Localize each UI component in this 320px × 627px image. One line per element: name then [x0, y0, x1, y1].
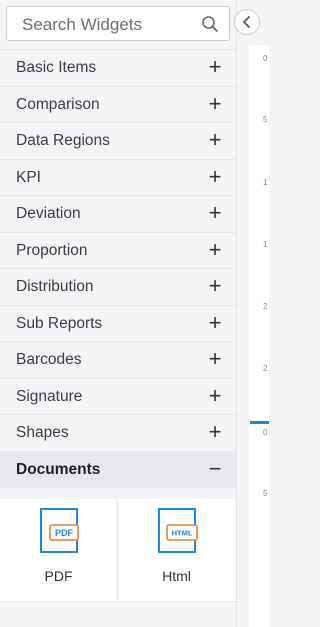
category-label: Distribution	[16, 278, 94, 295]
category-signature[interactable]: Signature +	[0, 378, 236, 415]
expand-icon[interactable]: +	[205, 238, 225, 261]
expand-icon[interactable]: +	[205, 384, 225, 407]
expand-icon[interactable]: +	[205, 202, 225, 224]
ruler-tick: 0	[263, 54, 268, 63]
category-label: Shapes	[16, 424, 69, 441]
ruler-tick: 0	[263, 428, 268, 437]
widget-pdf[interactable]: PDF PDF	[0, 499, 117, 601]
search-input[interactable]: Search Widgets	[6, 6, 230, 41]
category-label: Signature	[16, 387, 83, 405]
category-sub-reports[interactable]: Sub Reports +	[0, 305, 236, 342]
category-data-regions[interactable]: Data Regions +	[0, 123, 236, 160]
category-label: Barcodes	[16, 351, 82, 368]
ruler-tick: 1	[263, 240, 268, 249]
widget-caption: Html	[162, 568, 191, 584]
category-deviation[interactable]: Deviation +	[0, 196, 236, 233]
category-basic-items[interactable]: Basic Items +	[0, 50, 236, 87]
category-documents[interactable]: Documents −	[0, 451, 236, 488]
widget-html[interactable]: HTML Html	[118, 499, 235, 601]
ruler-tick: 1	[263, 178, 268, 187]
expand-icon[interactable]: +	[205, 421, 225, 443]
ruler-tick: 2	[263, 302, 268, 311]
search-placeholder: Search Widgets	[22, 15, 142, 34]
category-barcodes[interactable]: Barcodes +	[0, 342, 236, 379]
category-label: Sub Reports	[16, 314, 103, 332]
category-distribution[interactable]: Distribution +	[0, 269, 236, 306]
collapse-panel-button[interactable]	[234, 9, 260, 35]
report-canvas[interactable]	[249, 45, 269, 627]
category-comparison[interactable]: Comparison +	[0, 86, 236, 123]
expand-icon[interactable]: +	[205, 165, 225, 188]
search-box: Search Widgets	[6, 6, 230, 41]
search-icon[interactable]	[201, 15, 219, 33]
category-label: Documents	[16, 460, 101, 478]
ruler-tick: 5	[263, 489, 268, 498]
category-list: Basic Items + Comparison + Data Regions + K…	[0, 50, 236, 488]
html-badge-text: HTML	[172, 529, 193, 538]
expand-icon[interactable]: +	[205, 275, 225, 297]
collapse-icon[interactable]: −	[205, 457, 225, 480]
category-proportion[interactable]: Proportion +	[0, 232, 236, 269]
widget-caption: PDF	[44, 568, 73, 584]
category-label: Data Regions	[16, 132, 110, 149]
pdf-badge-text: PDF	[55, 528, 74, 538]
category-shapes[interactable]: Shapes +	[0, 415, 236, 452]
expand-icon[interactable]: +	[205, 56, 225, 78]
category-label: KPI	[16, 168, 41, 186]
expand-icon[interactable]: +	[205, 311, 225, 334]
expand-icon[interactable]: +	[205, 129, 225, 151]
html-file-icon: HTML	[158, 508, 198, 553]
category-kpi[interactable]: KPI +	[0, 159, 236, 196]
category-label: Comparison	[16, 95, 100, 113]
category-label: Deviation	[16, 205, 81, 222]
ruler-tick: 2	[263, 364, 268, 373]
category-label: Proportion	[16, 241, 88, 259]
expand-icon[interactable]: +	[205, 348, 225, 370]
documents-widgets: PDF PDF HTML Html	[0, 499, 236, 602]
chevron-left-icon	[243, 16, 250, 28]
pdf-file-icon: PDF	[40, 508, 79, 553]
expand-icon[interactable]: +	[205, 92, 225, 115]
category-label: Basic Items	[16, 59, 97, 76]
ruler-tick: 5	[263, 115, 268, 124]
section-divider-line	[250, 421, 269, 424]
widget-panel: Search Widgets Basic Items + Comparison + …	[0, 0, 237, 627]
